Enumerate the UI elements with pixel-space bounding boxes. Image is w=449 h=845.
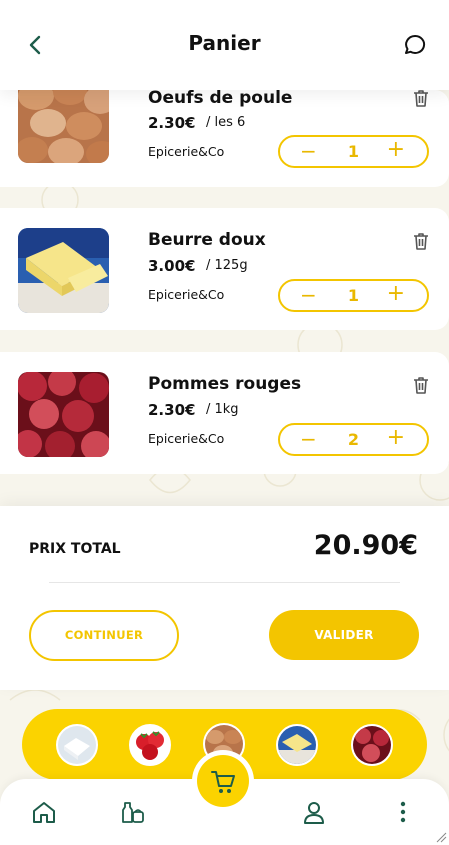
mini-item-strawberries[interactable] [129, 724, 171, 766]
product-unit: / les 6 [206, 115, 246, 130]
profile-icon[interactable] [301, 799, 327, 825]
product-name: Pommes rouges [148, 374, 302, 394]
shop-name: Epicerie&Co [148, 287, 225, 302]
validate-button[interactable]: VALIDER [269, 610, 419, 660]
cart-item: Beurre doux 3.00€ / 125g Epicerie&Co − 1… [0, 208, 449, 330]
quantity-stepper: − 1 + [278, 135, 429, 168]
chat-bubble-icon[interactable] [402, 32, 428, 58]
quantity-stepper: − 1 + [278, 279, 429, 312]
total-value: 20.90€ [313, 530, 418, 561]
increase-button[interactable]: + [387, 427, 405, 449]
home-icon[interactable] [31, 799, 57, 825]
resize-handle-icon [436, 832, 447, 843]
total-label: PRIX TOTAL [29, 541, 121, 557]
cart-item: Oeufs de poule 2.30€ / les 6 Epicerie&Co… [0, 78, 449, 187]
shop-name: Epicerie&Co [148, 431, 225, 446]
trash-icon[interactable] [411, 375, 431, 395]
product-price: 2.30€ [148, 114, 196, 132]
continue-button[interactable]: CONTINUER [29, 610, 179, 661]
mini-item-milk-product[interactable] [56, 724, 98, 766]
mini-item-apples[interactable] [351, 724, 393, 766]
increase-button[interactable]: + [387, 283, 405, 305]
shop-name: Epicerie&Co [148, 144, 225, 159]
cart-button[interactable] [192, 750, 254, 812]
increase-button[interactable]: + [387, 139, 405, 161]
product-image-butter [18, 228, 109, 313]
cart-item: Pommes rouges 2.30€ / 1kg Epicerie&Co − … [0, 352, 449, 474]
product-image-eggs [18, 78, 109, 163]
cart-icon [211, 771, 235, 793]
total-panel: PRIX TOTAL 20.90€ CONTINUER VALIDER [0, 506, 449, 690]
grocery-icon[interactable] [120, 799, 146, 825]
page-title: Panier [188, 31, 261, 55]
product-unit: / 125g [206, 258, 248, 273]
trash-icon[interactable] [411, 231, 431, 251]
quantity-stepper: − 2 + [278, 423, 429, 456]
product-image-apples [18, 372, 109, 457]
product-price: 2.30€ [148, 401, 196, 419]
mini-item-butter[interactable] [276, 724, 318, 766]
product-name: Oeufs de poule [148, 88, 293, 108]
product-unit: / 1kg [206, 402, 239, 417]
app-header: Panier [0, 0, 449, 90]
trash-icon[interactable] [411, 88, 431, 108]
more-vertical-icon[interactable] [390, 799, 416, 825]
divider [49, 582, 400, 583]
product-price: 3.00€ [148, 257, 196, 275]
product-name: Beurre doux [148, 230, 266, 250]
